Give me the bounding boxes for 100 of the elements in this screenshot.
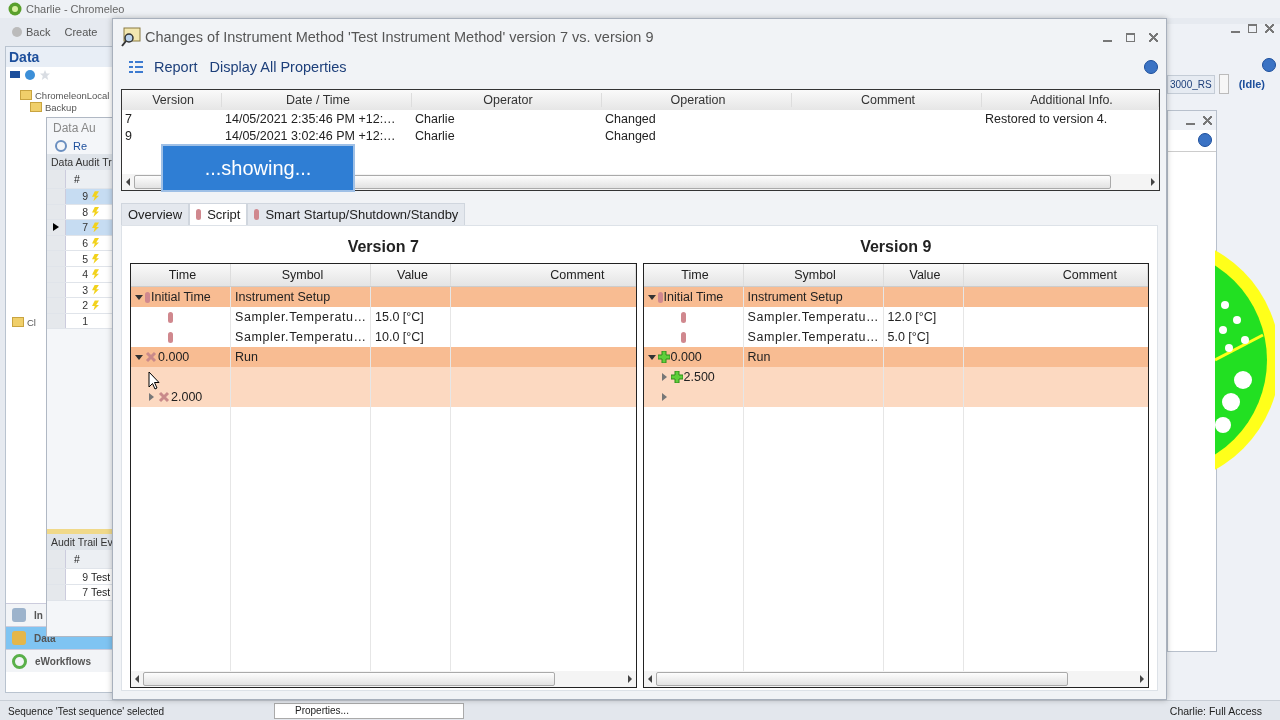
close-button[interactable]	[1203, 116, 1212, 125]
table-row[interactable]: 0.000 Run	[131, 347, 636, 367]
symbol-text: Run	[747, 350, 771, 364]
table-cell: 14/05/2021 2:35:46 PM +12:…	[225, 111, 396, 126]
app-logo-icon	[8, 2, 22, 16]
row-header[interactable]	[47, 220, 66, 235]
plus-icon	[657, 351, 670, 363]
row-number: 9	[81, 190, 88, 203]
table-row[interactable]: Initial Time Instrument Setup	[643, 287, 1148, 307]
column-header[interactable]: Operation	[602, 93, 792, 107]
row-number: 4	[81, 268, 88, 281]
column-header[interactable]: Version	[122, 93, 222, 107]
dropdown-button[interactable]	[1218, 74, 1229, 94]
table-cell-text: Test	[90, 586, 111, 599]
symbol-text: Instrument Setup	[747, 290, 843, 304]
tree-item[interactable]: ChromeleonLocal	[6, 89, 110, 101]
caption-tooltip: ...showing...	[161, 144, 355, 192]
scrollbar[interactable]	[643, 671, 1148, 687]
maximize-button[interactable]	[1126, 32, 1135, 42]
toolbar-button[interactable]: Create	[60, 24, 102, 40]
user-status: Charlie: Full Access	[1169, 705, 1263, 717]
column-header[interactable]: Operator	[412, 93, 602, 107]
table-cell: Charlie	[415, 128, 455, 143]
capsule-icon	[168, 311, 173, 323]
row-number: 7	[81, 586, 88, 599]
row-number: 9	[81, 570, 88, 583]
help-icon[interactable]	[1262, 58, 1276, 72]
row-number: 2	[81, 299, 88, 312]
table-row[interactable]: 2.000	[131, 387, 636, 407]
table-row[interactable]: 0.000 Run	[643, 347, 1148, 367]
symbol-text: Sampler.Temperatu…	[235, 330, 367, 344]
window-title: Changes of Instrument Method 'Test Instrument Method' version 7 vs. version 9	[145, 29, 655, 45]
table-row[interactable]: 2.500	[643, 367, 1148, 387]
column-header[interactable]: Symbol	[231, 264, 371, 286]
status-label: (Idle)	[1238, 78, 1265, 90]
time-text: Initial Time	[151, 290, 211, 304]
time-text: 2.500	[683, 370, 715, 384]
table-cell: Charlie	[415, 111, 455, 126]
toolbar-button[interactable]: Report	[149, 58, 203, 76]
tree-item[interactable]: Cl	[6, 316, 36, 328]
capsule-icon	[168, 331, 173, 343]
cross-icon	[145, 351, 157, 363]
column-header[interactable]: Comment	[792, 93, 982, 107]
tab[interactable]: Smart Startup/Shutdown/Standby	[247, 203, 466, 225]
toolbar-button[interactable]: Back	[8, 24, 55, 40]
capsule-icon	[680, 311, 686, 323]
column-header[interactable]: Comment	[963, 264, 1148, 286]
row-number: 1	[81, 315, 88, 328]
column-header[interactable]: Date / Time	[222, 93, 412, 107]
help-icon[interactable]	[1144, 60, 1158, 74]
capsule-icon	[145, 291, 150, 303]
help-icon[interactable]	[1198, 133, 1212, 147]
column-header[interactable]: Symbol	[743, 264, 884, 286]
instrument-dropdown[interactable]: 3000_RS	[1167, 74, 1215, 94]
toolbar-button[interactable]: Re	[73, 140, 88, 152]
table-cell: Restored to version 4.	[985, 111, 1108, 126]
close-button[interactable]	[1265, 24, 1274, 33]
status-message: Sequence 'Test sequence' selected	[7, 705, 166, 717]
table-cell: Changed	[605, 111, 656, 126]
tab[interactable]: Script	[189, 203, 248, 225]
toolbar-button[interactable]: Display All Properties	[204, 58, 352, 76]
table-row[interactable]: Initial Time Instrument Setup	[131, 287, 636, 307]
column-header[interactable]: Comment	[451, 264, 636, 286]
capsule-icon	[680, 331, 686, 343]
tab[interactable]: Properties...	[274, 703, 464, 719]
column-header[interactable]: Value	[371, 264, 451, 286]
tab[interactable]: Overview	[121, 203, 190, 225]
column-header[interactable]: Time	[131, 264, 231, 286]
expander-icon[interactable]	[661, 393, 667, 401]
row-number: 8	[81, 205, 88, 218]
row-number: 6	[81, 237, 88, 250]
cursor-icon	[148, 371, 160, 391]
symbol-text: Sampler.Temperatu…	[747, 330, 880, 344]
value-text: 12.0 [°C]	[887, 310, 937, 324]
column-header[interactable]: #	[66, 173, 80, 185]
symbol-text: Run	[235, 350, 258, 364]
tree-item[interactable]: Backup	[6, 101, 77, 113]
capsule-icon	[657, 291, 663, 303]
monitor-icon[interactable]	[9, 69, 21, 81]
time-text: 0.000	[158, 350, 190, 364]
scrollbar[interactable]	[131, 671, 636, 687]
list-icon	[129, 60, 143, 74]
column-header[interactable]: Additional Info.	[982, 93, 1159, 107]
globe-icon[interactable]	[24, 69, 36, 81]
table-cell: 9	[125, 128, 132, 143]
time-text: 2.000	[171, 390, 203, 404]
expander-icon[interactable]	[661, 373, 667, 381]
star-icon[interactable]	[39, 69, 51, 81]
column-header[interactable]: #	[66, 553, 80, 566]
table-cell: Changed	[605, 128, 656, 143]
column-header[interactable]: Time	[643, 264, 744, 286]
value-text: 5.0 [°C]	[887, 330, 930, 344]
pane-title: Version 9	[859, 237, 933, 257]
close-button[interactable]	[1149, 32, 1158, 42]
column-header[interactable]: Value	[883, 264, 964, 286]
refresh-icon[interactable]	[55, 140, 67, 152]
symbol-text: Sampler.Temperatu…	[747, 310, 880, 324]
maximize-button[interactable]	[1248, 24, 1257, 33]
symbol-text: Instrument Setup	[235, 290, 331, 304]
expander-icon[interactable]	[135, 354, 143, 360]
